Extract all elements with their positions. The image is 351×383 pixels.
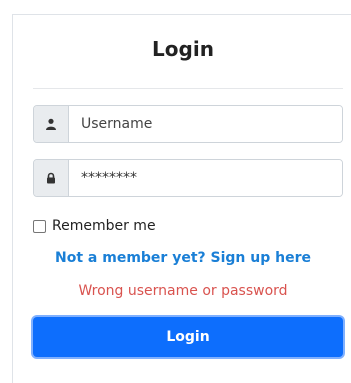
login-button[interactable]: Login: [33, 317, 343, 357]
remember-me-checkbox[interactable]: [33, 219, 46, 233]
user-icon: [34, 106, 69, 142]
remember-me[interactable]: Remember me: [33, 218, 156, 234]
username-input-group: [33, 105, 343, 143]
title-divider: [33, 88, 343, 89]
password-input[interactable]: [69, 160, 342, 196]
error-message: Wrong username or password: [78, 283, 288, 299]
password-input-group: [33, 159, 343, 197]
login-panel: Login Remember me Not a member yet? Sign…: [12, 14, 351, 383]
lock-icon: [34, 160, 69, 196]
username-input[interactable]: [69, 106, 342, 142]
remember-me-label: Remember me: [52, 218, 156, 234]
signup-link[interactable]: Not a member yet? Sign up here: [13, 250, 351, 266]
page-title: Login: [152, 37, 214, 61]
